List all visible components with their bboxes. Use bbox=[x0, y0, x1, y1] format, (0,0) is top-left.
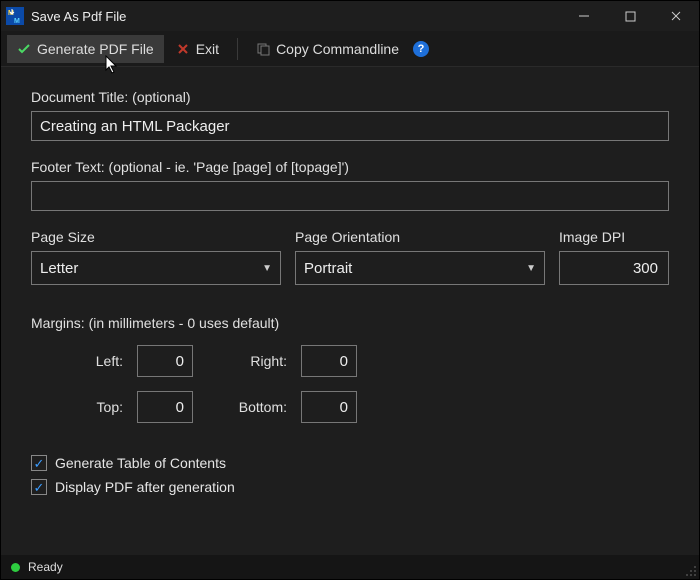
image-dpi-label: Image DPI bbox=[559, 229, 669, 245]
generate-toc-label: Generate Table of Contents bbox=[55, 455, 226, 471]
margin-bottom-input[interactable] bbox=[301, 391, 357, 423]
page-orientation-value: Portrait bbox=[304, 260, 352, 277]
close-icon bbox=[176, 42, 190, 56]
status-indicator-icon bbox=[11, 563, 20, 572]
svg-text:M: M bbox=[14, 18, 20, 25]
exit-button[interactable]: Exit bbox=[166, 35, 229, 63]
chevron-down-icon: ▼ bbox=[262, 263, 272, 274]
checkbox-icon: ✓ bbox=[31, 479, 47, 495]
display-pdf-checkbox[interactable]: ✓ Display PDF after generation bbox=[31, 479, 669, 495]
close-button[interactable] bbox=[653, 1, 699, 31]
margin-bottom-label: Bottom: bbox=[207, 399, 287, 415]
page-orientation-select[interactable]: Portrait ▼ bbox=[295, 251, 545, 285]
margin-right-label: Right: bbox=[207, 353, 287, 369]
copy-icon bbox=[256, 42, 270, 56]
margins-label: Margins: (in millimeters - 0 uses defaul… bbox=[31, 315, 669, 331]
exit-label: Exit bbox=[196, 41, 219, 57]
status-text: Ready bbox=[28, 560, 63, 574]
document-title-label: Document Title: (optional) bbox=[31, 89, 669, 105]
image-dpi-input[interactable] bbox=[559, 251, 669, 285]
check-icon bbox=[17, 42, 31, 56]
margin-left-input[interactable] bbox=[137, 345, 193, 377]
form-content: Document Title: (optional) Footer Text: … bbox=[1, 67, 699, 513]
margin-left-label: Left: bbox=[43, 353, 123, 369]
title-bar: M M Save As Pdf File bbox=[1, 1, 699, 31]
minimize-button[interactable] bbox=[561, 1, 607, 31]
copy-commandline-button[interactable]: Copy Commandline bbox=[246, 35, 409, 63]
margin-right-input[interactable] bbox=[301, 345, 357, 377]
display-pdf-label: Display PDF after generation bbox=[55, 479, 235, 495]
chevron-down-icon: ▼ bbox=[526, 263, 536, 274]
margin-top-label: Top: bbox=[43, 399, 123, 415]
generate-pdf-button[interactable]: Generate PDF File bbox=[7, 35, 164, 63]
app-icon: M M bbox=[5, 6, 25, 26]
status-bar: Ready bbox=[1, 555, 699, 579]
footer-text-label: Footer Text: (optional - ie. 'Page [page… bbox=[31, 159, 669, 175]
resize-grip-icon[interactable] bbox=[683, 563, 697, 577]
page-orientation-label: Page Orientation bbox=[295, 229, 545, 245]
help-icon[interactable]: ? bbox=[413, 41, 429, 57]
generate-toc-checkbox[interactable]: ✓ Generate Table of Contents bbox=[31, 455, 669, 471]
window-title: Save As Pdf File bbox=[31, 9, 561, 24]
page-size-value: Letter bbox=[40, 260, 78, 277]
toolbar: Generate PDF File Exit Copy Commandline … bbox=[1, 31, 699, 67]
page-size-select[interactable]: Letter ▼ bbox=[31, 251, 281, 285]
toolbar-separator bbox=[237, 38, 238, 60]
margin-top-input[interactable] bbox=[137, 391, 193, 423]
checkbox-icon: ✓ bbox=[31, 455, 47, 471]
generate-pdf-label: Generate PDF File bbox=[37, 41, 154, 57]
page-size-label: Page Size bbox=[31, 229, 281, 245]
footer-text-input[interactable] bbox=[31, 181, 669, 211]
copy-commandline-label: Copy Commandline bbox=[276, 41, 399, 57]
document-title-input[interactable] bbox=[31, 111, 669, 141]
maximize-button[interactable] bbox=[607, 1, 653, 31]
